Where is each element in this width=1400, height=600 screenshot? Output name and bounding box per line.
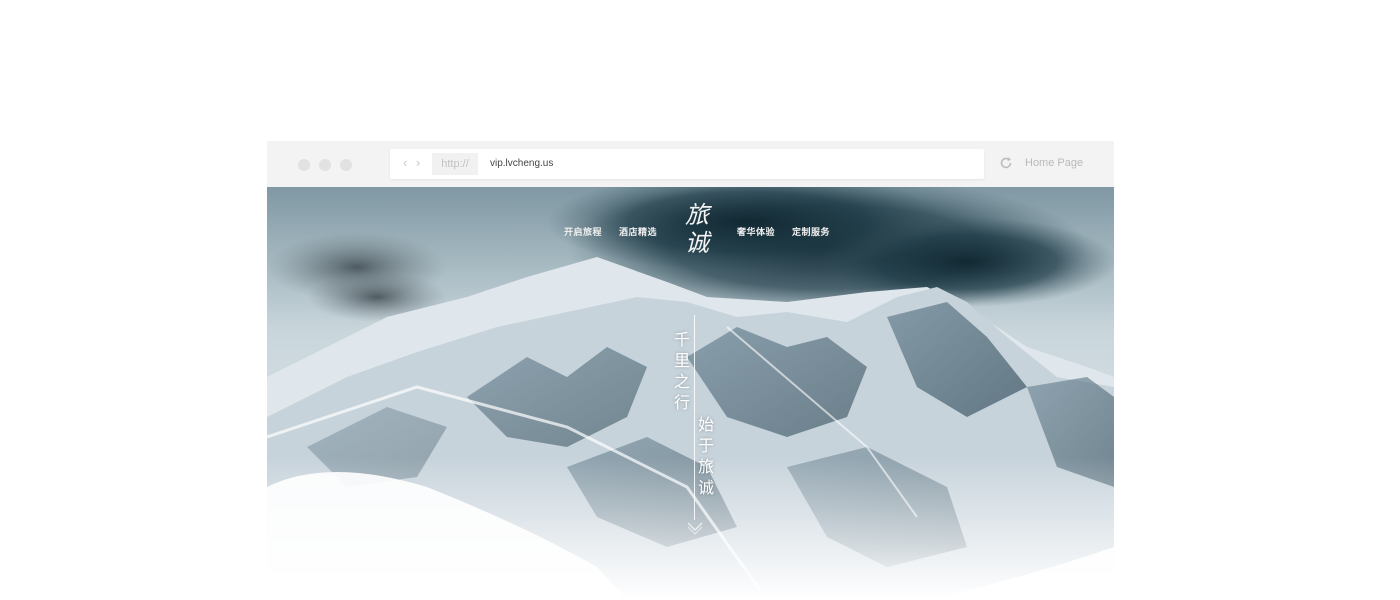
- hero-banner: 开启旅程 酒店精选 旅诚 奢华体验 定制服务 千里之行 始于旅诚: [267, 187, 1114, 600]
- window-close-dot[interactable]: [298, 159, 310, 171]
- nav-link-hotels[interactable]: 酒店精选: [619, 225, 657, 238]
- address-bar[interactable]: ‹ › http:// vip.lvcheng.us: [390, 149, 984, 179]
- chevron-right-icon[interactable]: ›: [416, 155, 420, 171]
- chevron-down-icon[interactable]: [686, 521, 704, 535]
- site-logo[interactable]: 旅诚: [679, 201, 715, 257]
- window-maximize-dot[interactable]: [340, 159, 352, 171]
- window-minimize-dot[interactable]: [319, 159, 331, 171]
- browser-window: ‹ › http:// vip.lvcheng.us Home Page 开启旅…: [267, 141, 1114, 600]
- nav-link-start-journey[interactable]: 开启旅程: [564, 225, 602, 238]
- nav-link-custom[interactable]: 定制服务: [792, 225, 830, 238]
- slogan-line-2: 始于旅诚: [698, 417, 715, 497]
- slogan-line-1: 千里之行: [674, 332, 691, 412]
- url-protocol: http://: [432, 153, 478, 175]
- slogan-divider: [694, 315, 695, 520]
- reload-icon[interactable]: [999, 156, 1013, 170]
- browser-toolbar: ‹ › http:// vip.lvcheng.us Home Page: [267, 141, 1114, 187]
- home-page-link[interactable]: Home Page: [1025, 156, 1083, 170]
- nav-link-luxury[interactable]: 奢华体验: [737, 225, 775, 238]
- url-text[interactable]: vip.lvcheng.us: [490, 157, 553, 171]
- chevron-left-icon[interactable]: ‹: [403, 155, 407, 171]
